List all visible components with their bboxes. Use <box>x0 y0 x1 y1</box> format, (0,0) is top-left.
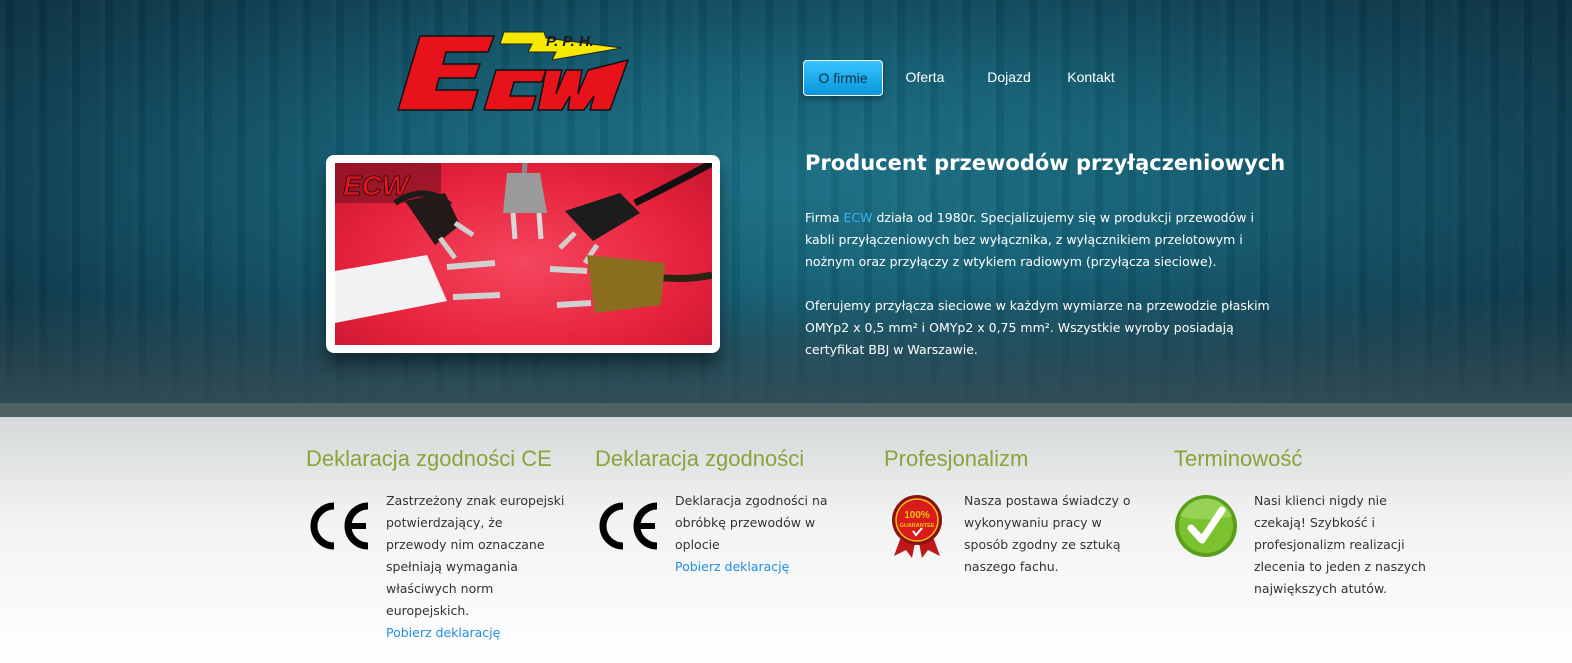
page-title: Producent przewodów przyłączeniowych <box>805 151 1286 175</box>
intro-paragraph-1: Firma ECW działa od 1980r. Specjalizujem… <box>805 207 1275 273</box>
hero-background <box>0 0 1572 404</box>
feature-description: Nasi klienci nigdy nie czekają! Szybkość… <box>1254 493 1426 596</box>
feature-description: Zastrzeżony znak europejski potwierdzają… <box>386 493 565 618</box>
feature-ce-declaration: Deklaracja zgodności CE Zastrzeżony znak… <box>306 446 576 640</box>
nav-item-dojazd[interactable]: Dojazd <box>979 60 1039 94</box>
svg-text:GUARANTEE: GUARANTEE <box>900 523 935 529</box>
brand-name: ECW <box>843 210 873 225</box>
feature-title: Deklaracja zgodności CE <box>306 446 552 471</box>
feature-description: Nasza postawa świadczy o wykonywaniu pra… <box>964 493 1131 574</box>
guarantee-seal-icon: 100% GUARANTEE <box>884 494 950 560</box>
intro-text: działa od 1980r. Specjalizujemy się w pr… <box>805 210 1254 269</box>
feature-text: Zastrzeżony znak europejski potwierdzają… <box>386 490 566 644</box>
nav-item-kontakt[interactable]: Kontakt <box>1061 60 1121 94</box>
checkmark-icon <box>1174 494 1240 560</box>
download-declaration-link[interactable]: Pobierz deklarację <box>675 556 855 578</box>
hero-divider <box>0 403 1572 417</box>
feature-text: Nasza postawa świadczy o wykonywaniu pra… <box>964 490 1144 578</box>
product-photo: ECW <box>335 163 712 345</box>
feature-declaration: Deklaracja zgodności Deklaracja zgodnośc… <box>595 446 865 574</box>
feature-title: Profesjonalizm <box>884 446 1029 471</box>
download-declaration-link[interactable]: Pobierz deklarację <box>386 622 566 644</box>
feature-title: Deklaracja zgodności <box>595 446 805 471</box>
ce-mark-icon <box>306 494 372 560</box>
nav-item-o-firmie[interactable]: O firmie <box>803 60 883 96</box>
product-photo-frame: ECW <box>326 155 720 353</box>
feature-timeliness: Terminowość Nasi klienci nigdy nie czeka… <box>1174 446 1444 596</box>
nav-item-oferta[interactable]: Oferta <box>895 60 955 94</box>
company-logo[interactable]: P. P. H. <box>396 30 632 116</box>
feature-title: Terminowość <box>1174 446 1303 471</box>
feature-text: Nasi klienci nigdy nie czekają! Szybkość… <box>1254 490 1434 600</box>
company-intro: Firma ECW działa od 1980r. Specjalizujem… <box>805 207 1275 383</box>
intro-text: Firma <box>805 210 844 225</box>
ce-mark-icon <box>595 494 661 560</box>
feature-description: Deklaracja zgodności na obróbkę przewodó… <box>675 493 828 552</box>
feature-professionalism: Profesjonalizm 100% GUARANTEE Nasza post… <box>884 446 1154 574</box>
intro-paragraph-2: Oferujemy przyłącza sieciowe w każdym wy… <box>805 298 1270 357</box>
feature-text: Deklaracja zgodności na obróbkę przewodó… <box>675 490 855 578</box>
logo-subtext: P. P. H. <box>546 33 594 50</box>
svg-text:100%: 100% <box>904 510 930 521</box>
